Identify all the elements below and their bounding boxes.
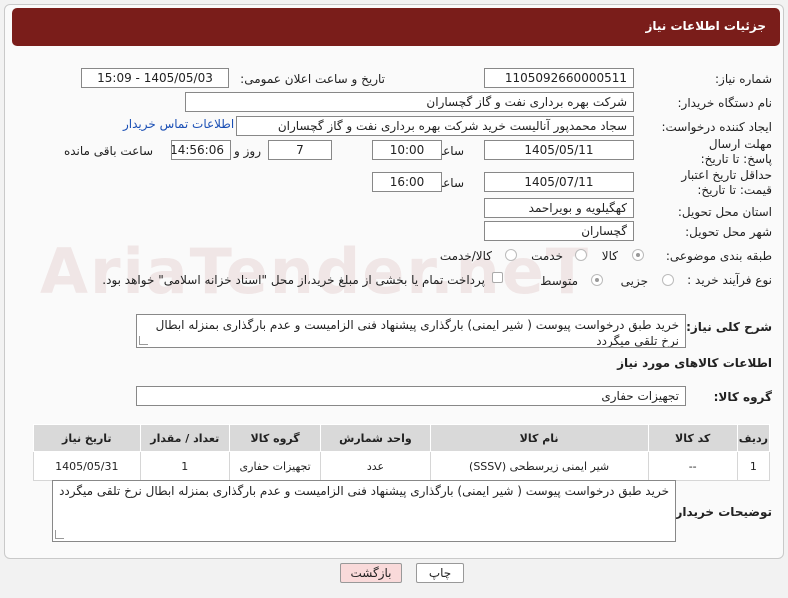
category-goods-radio[interactable] xyxy=(632,249,644,261)
delivery-province-label: استان محل تحویل: xyxy=(677,205,772,219)
buyer-contact-link[interactable]: اطلاعات تماس خریدار xyxy=(123,117,234,131)
reply-date-field: 1405/05/11 xyxy=(484,140,634,160)
day-and-label: روز و xyxy=(234,144,261,158)
buyer-org-label: نام دستگاه خریدار: xyxy=(677,96,773,110)
validity-time-field: 16:00 xyxy=(372,172,442,192)
table-header-row: ردیف کد کالا نام کالا واحد شمارش گروه کا… xyxy=(33,424,771,452)
need-number-field: 1105092660000511 xyxy=(484,68,634,88)
treasury-payment-note: پرداخت تمام یا بخشی از مبلغ خرید،از محل … xyxy=(102,273,485,287)
general-description-text: خرید طبق درخواست پیوست ( شیر ایمنی) بارگ… xyxy=(155,318,679,348)
category-label: طبقه بندی موضوعی: xyxy=(665,249,772,263)
category-goods-label: کالا xyxy=(601,249,618,263)
cell-goods-group: تجهیزات حفاری xyxy=(228,451,322,481)
requester-field: سجاد محمدپور آنالیست خرید شرکت بهره بردا… xyxy=(236,116,634,136)
cell-need-date: 1405/05/31 xyxy=(33,451,141,481)
resize-handle-icon[interactable] xyxy=(139,336,148,345)
process-medium-radio[interactable] xyxy=(591,274,603,286)
province-field: کهگیلویه و بویراحمد xyxy=(484,198,634,218)
buyer-org-field: شرکت بهره برداری نفت و گاز گچساران xyxy=(185,92,634,112)
col-quantity: تعداد / مقدار xyxy=(139,424,230,452)
back-button[interactable]: بازگشت xyxy=(340,563,402,583)
cell-quantity: 1 xyxy=(139,451,230,481)
resize-handle-icon[interactable] xyxy=(55,530,64,539)
cell-goods-name: شیر ایمنی زیرسطحی (SSSV) xyxy=(429,451,649,481)
reply-deadline-label: مهلت ارسال پاسخ: تا تاریخ: xyxy=(700,137,772,166)
watermark-text: AriaTender.neT xyxy=(40,235,591,308)
cell-goods-code: -- xyxy=(647,451,738,481)
city-field: گچساران xyxy=(484,221,634,241)
general-description-label: شرح کلی نیاز: xyxy=(686,320,772,334)
goods-info-heading: اطلاعات کالاهای مورد نیاز xyxy=(617,356,772,370)
announce-datetime-field: 1405/05/03 - 15:09 xyxy=(81,68,229,88)
col-need-date: تاریخ نیاز xyxy=(33,424,141,452)
purchase-process-label: نوع فرآیند خرید : xyxy=(687,273,772,287)
category-service-radio[interactable] xyxy=(575,249,587,261)
process-minor-radio[interactable] xyxy=(662,274,674,286)
category-goods-service-radio[interactable] xyxy=(505,249,517,261)
col-row-number: ردیف xyxy=(736,424,771,452)
announce-datetime-label: تاریخ و ساعت اعلان عمومی: xyxy=(240,72,385,86)
goods-table: ردیف کد کالا نام کالا واحد شمارش گروه کا… xyxy=(33,424,771,481)
remaining-time-field: 14:56:06 xyxy=(171,140,231,160)
page-header: جزئیات اطلاعات نیاز xyxy=(12,8,780,46)
need-number-label: شماره نیاز: xyxy=(715,72,772,86)
process-medium-label: متوسط xyxy=(540,274,578,288)
category-service-label: خدمت xyxy=(531,249,563,263)
col-goods-name: نام کالا xyxy=(429,424,649,452)
price-validity-label: حداقل تاریخ اعتبار قیمت: تا تاریخ: xyxy=(681,168,772,197)
goods-group-field: تجهیزات حفاری xyxy=(136,386,686,406)
category-goods-service-label: کالا/خدمت xyxy=(439,249,492,263)
buyer-notes-label: توضیحات خریدار: xyxy=(670,505,772,519)
treasury-payment-checkbox[interactable] xyxy=(492,272,503,283)
general-description-box: خرید طبق درخواست پیوست ( شیر ایمنی) بارگ… xyxy=(136,314,686,348)
col-goods-code: کد کالا xyxy=(647,424,738,452)
reply-days-field: 7 xyxy=(268,140,332,160)
reply-time-field: 10:00 xyxy=(372,140,442,160)
col-unit: واحد شمارش xyxy=(320,424,431,452)
buyer-notes-text: خرید طبق درخواست پیوست ( شیر ایمنی) بارگ… xyxy=(59,484,669,498)
cell-row-number: 1 xyxy=(736,451,771,481)
process-minor-label: جزیی xyxy=(620,274,648,288)
validity-date-field: 1405/07/11 xyxy=(484,172,634,192)
col-goods-group: گروه کالا xyxy=(228,424,322,452)
print-button[interactable]: چاپ xyxy=(416,563,464,583)
page-title: جزئیات اطلاعات نیاز xyxy=(645,19,766,33)
requester-label: ایجاد کننده درخواست: xyxy=(661,120,772,134)
table-row: 1 -- شیر ایمنی زیرسطحی (SSSV) عدد تجهیزا… xyxy=(33,451,771,481)
remaining-time-label: ساعت باقی مانده xyxy=(63,144,153,158)
delivery-city-label: شهر محل تحویل: xyxy=(685,225,772,239)
cell-unit: عدد xyxy=(320,451,431,481)
buyer-notes-box: خرید طبق درخواست پیوست ( شیر ایمنی) بارگ… xyxy=(52,480,676,542)
goods-group-label: گروه کالا: xyxy=(713,390,772,404)
